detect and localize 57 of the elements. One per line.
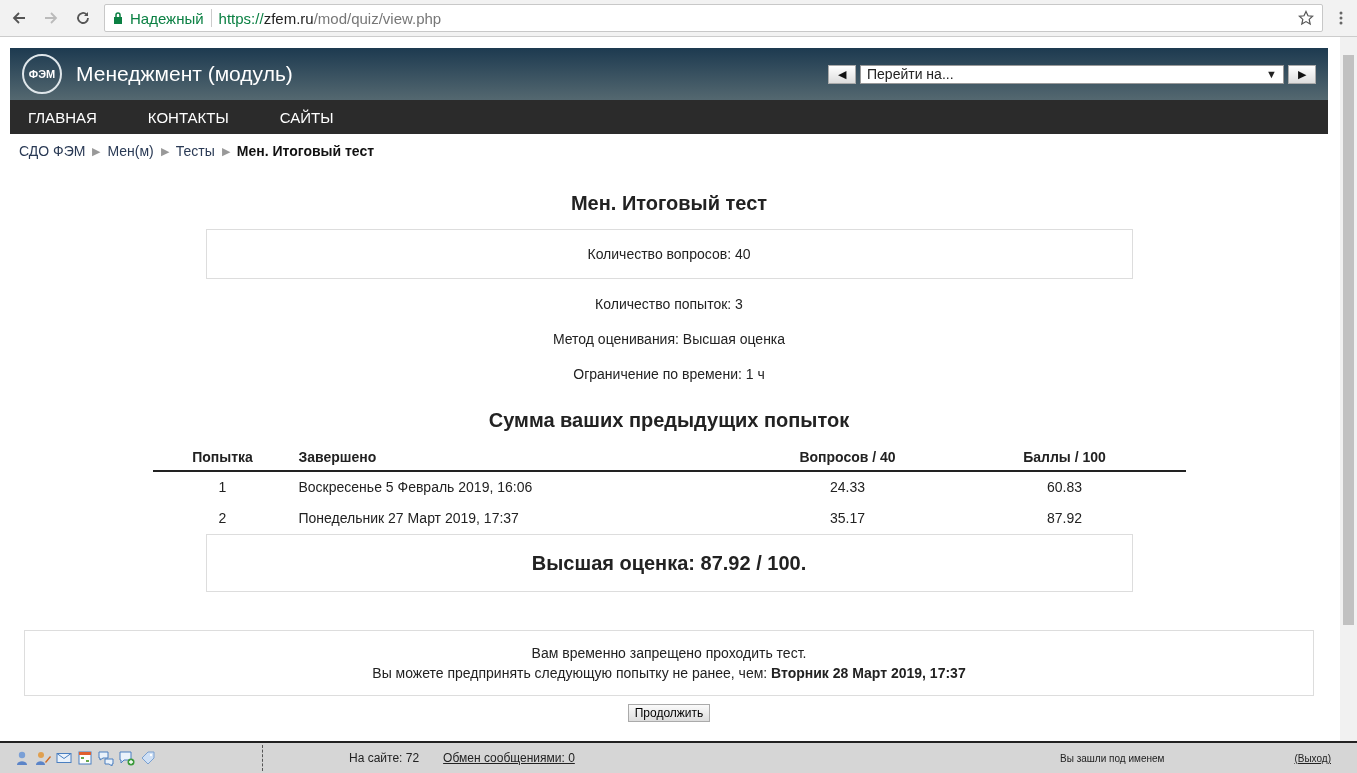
table-cell-text: 2: [217, 509, 228, 528]
breadcrumb-link[interactable]: Мен(м): [107, 143, 154, 159]
breadcrumb-separator: ▶: [221, 144, 230, 158]
nav-link[interactable]: КОНТАКТЫ: [147, 108, 229, 126]
table-cell-text: 87.92: [1045, 509, 1083, 528]
back-icon[interactable]: [11, 10, 27, 26]
chat-add-icon[interactable]: [119, 750, 135, 766]
previous-button[interactable]: ◀: [828, 64, 856, 84]
table-cell: 1: [152, 471, 293, 503]
jump-dropdown[interactable]: Перейти на... ▼: [860, 64, 1284, 84]
envelope-icon[interactable]: [56, 750, 72, 766]
breadcrumb-separator: ▶: [160, 144, 169, 158]
notice-text: Вы можете предпринять следующую попытку не ранее, чем: Вторник 28 Март 2019, 17:37: [372, 665, 966, 681]
quiz-info: Количество попыток: 3: [595, 296, 743, 313]
lock-icon: [113, 12, 123, 24]
breadcrumb-separator: ▶: [92, 144, 101, 158]
continue-button[interactable]: Продолжить: [627, 704, 711, 722]
breadcrumb-link[interactable]: Тесты: [175, 143, 215, 159]
quiz-info: Метод оценивания: Высшая оценка: [552, 331, 786, 348]
table-cell: 60.83: [943, 471, 1186, 503]
quiz-info: Ограничение по времени: 1 ч: [573, 366, 765, 383]
best-grade: Высшая оценка: 87.92 / 100.: [531, 551, 807, 575]
messages-link[interactable]: Обмен сообщениями: 0: [443, 751, 1061, 765]
security-label: Надежный: [130, 9, 204, 27]
reload-icon[interactable]: [75, 10, 91, 26]
menu-icon[interactable]: [1339, 10, 1343, 26]
course-title: Менеджмент (модуль): [76, 62, 294, 86]
table-cell: Воскресенье 5 Февраль 2019, 16:06: [292, 471, 752, 503]
user-edit-icon[interactable]: [35, 750, 51, 766]
next-button[interactable]: ▶: [1288, 64, 1316, 84]
column-header: Баллы / 100: [943, 444, 1186, 471]
forward-icon[interactable]: [43, 10, 59, 26]
notice-text: Вам временно запрещено проходить тест.: [531, 645, 807, 661]
address-bar[interactable]: Надежный https://zfem.ru/mod/quiz/view.php: [104, 4, 1323, 32]
logout-link[interactable]: (Выход): [1294, 752, 1331, 764]
star-icon[interactable]: [1298, 10, 1314, 26]
logged-in-text: Вы зашли под именем: [1060, 752, 1165, 764]
column-header: Вопросов / 40: [751, 444, 944, 471]
table-cell: 24.33: [751, 471, 944, 503]
attempts-title: Сумма ваших предыдущих попыток: [488, 409, 850, 432]
nav-link[interactable]: ГЛАВНАЯ: [28, 108, 97, 126]
column-header: Завершено: [292, 444, 752, 471]
logo: ФЭМ: [22, 54, 62, 94]
column-header: Попытка: [152, 444, 293, 471]
breadcrumb-link[interactable]: СДО ФЭМ: [19, 143, 86, 159]
tag-icon[interactable]: [140, 750, 156, 766]
user-icon[interactable]: [14, 750, 30, 766]
table-cell-text: 35.17: [828, 509, 866, 528]
calendar-icon[interactable]: [77, 750, 93, 766]
table-cell-text: Понедельник 27 Март 2019, 17:37: [297, 509, 520, 528]
url-text: https://zfem.ru/mod/quiz/view.php: [218, 9, 443, 27]
quiz-title: Мен. Итоговый тест: [570, 192, 768, 215]
nav-link[interactable]: САЙТЫ: [279, 108, 334, 126]
chat-icon[interactable]: [98, 750, 114, 766]
online-count: На сайте: 72: [349, 751, 420, 765]
current-page-title: Мен. Итоговый тест: [236, 143, 375, 159]
question-count: Количество вопросов: 40: [587, 246, 751, 262]
